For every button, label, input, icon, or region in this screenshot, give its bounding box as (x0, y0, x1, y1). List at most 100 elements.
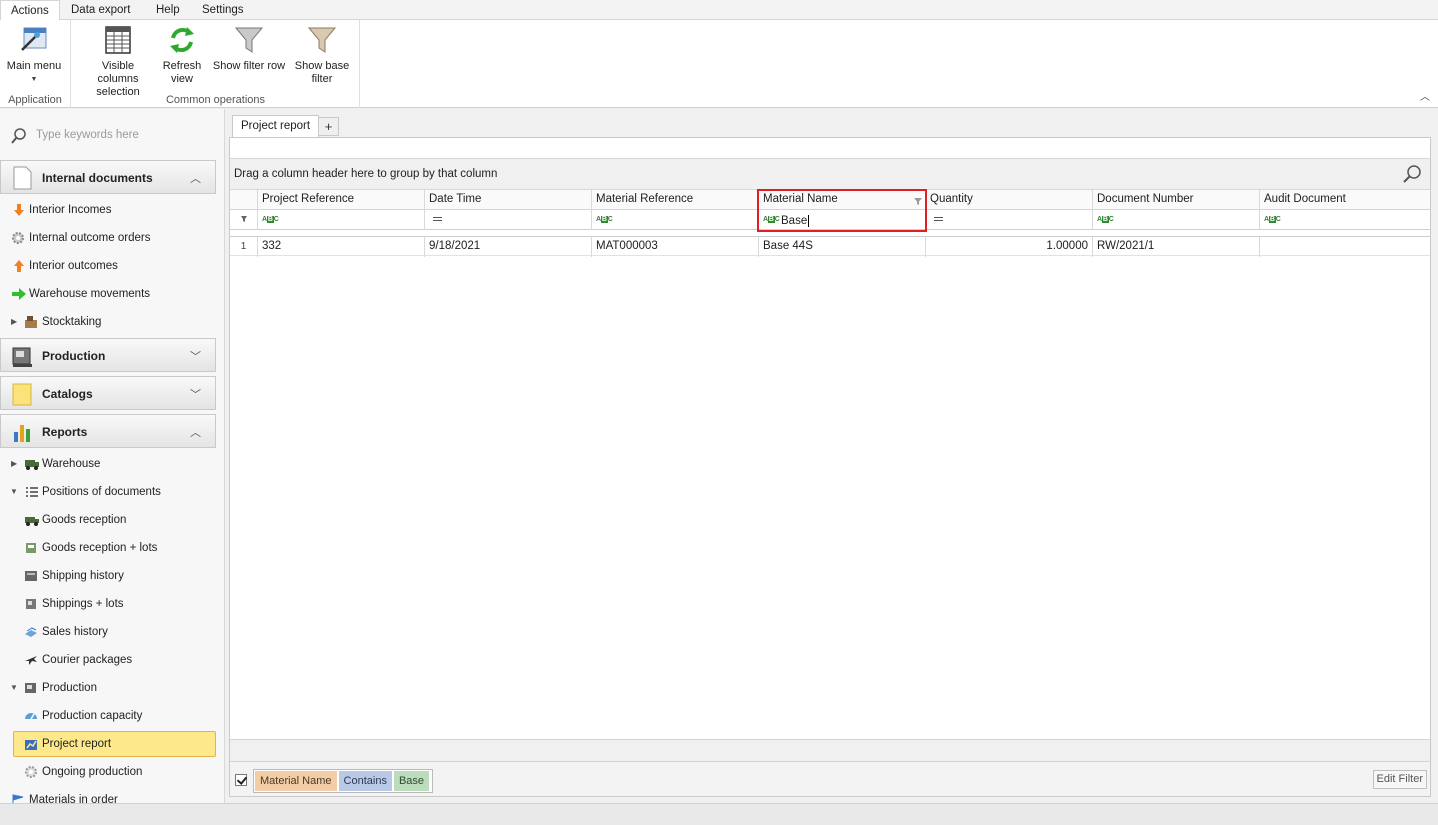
group-by-panel[interactable]: Drag a column header here to group by th… (230, 158, 1430, 190)
gauge-icon (24, 709, 38, 723)
filter-active-icon[interactable] (914, 193, 922, 205)
nav-item-materials-in-order[interactable]: Materials in order (0, 789, 216, 803)
tab-actions[interactable]: Actions (0, 0, 60, 21)
collapse-ribbon-icon[interactable]: ︿ (1420, 88, 1430, 103)
row-indicator-header (230, 190, 258, 210)
enable-filter-checkbox[interactable] (235, 774, 247, 786)
nav-item-project-report[interactable]: Project report (13, 731, 216, 757)
nav-item-interior-outcomes[interactable]: Interior outcomes (0, 255, 216, 277)
show-filter-row-label: Show filter row (212, 60, 286, 72)
nav-item-ongoing-production[interactable]: Ongoing production (0, 761, 216, 783)
show-base-filter-button[interactable]: Show base filter (292, 24, 352, 86)
filter-cell-material-reference[interactable]: ABC (592, 210, 759, 230)
table-row[interactable]: 1 332 9/18/2021 MAT000003 Base 44S 1.000… (230, 236, 1430, 257)
ribbon-group-label-application: Application (8, 94, 62, 106)
column-header-quantity[interactable]: Quantity (926, 190, 1093, 210)
expand-arrow-icon[interactable]: ▶ (11, 311, 17, 333)
cell-material-reference[interactable]: MAT000003 (592, 237, 759, 257)
show-filter-row-button[interactable]: Show filter row (210, 24, 288, 73)
tab-settings[interactable]: Settings (192, 0, 254, 20)
nav-item-label: Shippings + lots (42, 598, 124, 610)
material-name-filter-value: Base (781, 215, 808, 227)
filter-cell-project-reference[interactable]: ABC (258, 210, 425, 230)
nav-item-label: Materials in order (29, 794, 118, 803)
dropdown-arrow-icon: ▼ (30, 76, 38, 83)
nav-item-internal-outcome-orders[interactable]: Internal outcome orders (0, 227, 216, 249)
filter-value-chip[interactable]: Base (393, 771, 430, 791)
column-header-project-reference[interactable]: Project Reference (258, 190, 425, 210)
edit-filter-button[interactable]: Edit Filter (1372, 770, 1427, 789)
column-header-audit-document[interactable]: Audit Document (1260, 190, 1430, 210)
nav-group-production[interactable]: Production ﹀ (0, 338, 216, 372)
nav-item-label: Stocktaking (42, 316, 102, 328)
find-icon[interactable] (1402, 164, 1422, 184)
cell-date-time[interactable]: 9/18/2021 (425, 237, 592, 257)
nav-group-reports[interactable]: Reports ︿ (0, 414, 216, 448)
nav-item-label: Ongoing production (42, 766, 143, 778)
column-header-date-time[interactable]: Date Time (425, 190, 592, 210)
cell-quantity[interactable]: 1.00000 (926, 237, 1093, 257)
material-name-filter-input[interactable]: Base (781, 212, 810, 230)
filter-cell-audit-document[interactable]: ABC (1260, 210, 1430, 230)
nav-item-warehouse-movements[interactable]: Warehouse movements (0, 283, 216, 305)
filter-cell-document-number[interactable]: ABC (1093, 210, 1260, 230)
filter-row-indicator (230, 210, 258, 230)
add-tab-button[interactable]: + (318, 117, 339, 136)
refresh-view-button[interactable]: Refresh view (160, 24, 204, 86)
nav-group-internal-documents[interactable]: Internal documents ︿ (0, 160, 216, 194)
nav-item-label: Sales history (42, 626, 108, 638)
tab-data-export[interactable]: Data export (61, 0, 140, 20)
nav-item-courier-packages[interactable]: Courier packages (0, 649, 216, 671)
collapse-arrow-icon[interactable]: ▼ (10, 677, 18, 699)
filter-field-chip[interactable]: Material Name (255, 771, 337, 791)
nav-item-goods-reception-lots[interactable]: Goods reception + lots (0, 537, 216, 559)
column-header-material-name[interactable]: Material Name (759, 190, 926, 210)
nav-item-goods-reception[interactable]: Goods reception (0, 509, 216, 531)
filter-panel: Material Name Contains Base Edit Filter (230, 761, 1430, 796)
column-header-document-number[interactable]: Document Number (1093, 190, 1260, 210)
nav-item-label: Positions of documents (42, 486, 161, 498)
chevron-up-icon: ︿ (190, 427, 201, 439)
nav-item-production-capacity[interactable]: Production capacity (0, 705, 216, 727)
nav-item-warehouse[interactable]: ▶ Warehouse (0, 453, 216, 475)
sales-icon (24, 625, 38, 639)
machine-icon (24, 681, 38, 695)
cell-audit-document[interactable] (1260, 237, 1430, 257)
nav-item-shippings-lots[interactable]: Shippings + lots (0, 593, 216, 615)
tab-project-report[interactable]: Project report (232, 115, 320, 138)
tab-help[interactable]: Help (146, 0, 190, 20)
equals-icon (934, 216, 943, 221)
grid-footer (230, 739, 1430, 761)
nav-item-stocktaking[interactable]: ▶ Stocktaking (0, 311, 216, 333)
filter-expression[interactable]: Material Name Contains Base (253, 769, 434, 793)
cell-project-reference[interactable]: 332 (258, 237, 425, 257)
group-by-hint: Drag a column header here to group by th… (234, 168, 498, 180)
cell-document-number[interactable]: RW/2021/1 (1093, 237, 1260, 257)
equals-icon (433, 216, 442, 221)
filter-operator-chip[interactable]: Contains (338, 771, 392, 791)
nav-group-catalogs[interactable]: Catalogs ﹀ (0, 376, 216, 410)
filter-cell-quantity[interactable] (926, 210, 1093, 230)
ribbon-group-common-operations: Visible columns selection Refresh view S… (72, 20, 360, 108)
collapse-arrow-icon[interactable]: ▼ (10, 481, 18, 503)
contains-abc-icon: ABC (262, 216, 279, 223)
ribbon-group-label-common: Common operations (165, 94, 266, 106)
nav-item-sales-history[interactable]: Sales history (0, 621, 216, 643)
visible-columns-button[interactable]: Visible columns selection (80, 24, 156, 99)
nav-search-box[interactable]: Type keywords here (6, 125, 216, 147)
nav-item-production-report[interactable]: ▼ Production (0, 677, 216, 699)
column-header-material-name-label: Material Name (763, 193, 838, 205)
show-base-filter-label-1: Show base (294, 60, 350, 72)
expand-arrow-icon[interactable]: ▶ (11, 453, 17, 475)
column-header-material-reference[interactable]: Material Reference (592, 190, 759, 210)
nav-item-interior-incomes[interactable]: Interior Incomes (0, 199, 216, 221)
main-menu-button[interactable]: Main menu ▼ (4, 24, 64, 86)
filter-cell-date-time[interactable] (425, 210, 592, 230)
cell-material-name[interactable]: Base 44S (759, 237, 926, 257)
nav-item-shipping-history[interactable]: Shipping history (0, 565, 216, 587)
refresh-icon (166, 24, 198, 56)
arrow-right-icon (11, 287, 26, 301)
filter-cell-material-name[interactable]: ABC Base (759, 210, 926, 230)
auto-filter-row: ABC ABC ABC Base ABC ABC (230, 210, 1430, 230)
nav-item-positions-of-documents[interactable]: ▼ Positions of documents (0, 481, 216, 503)
